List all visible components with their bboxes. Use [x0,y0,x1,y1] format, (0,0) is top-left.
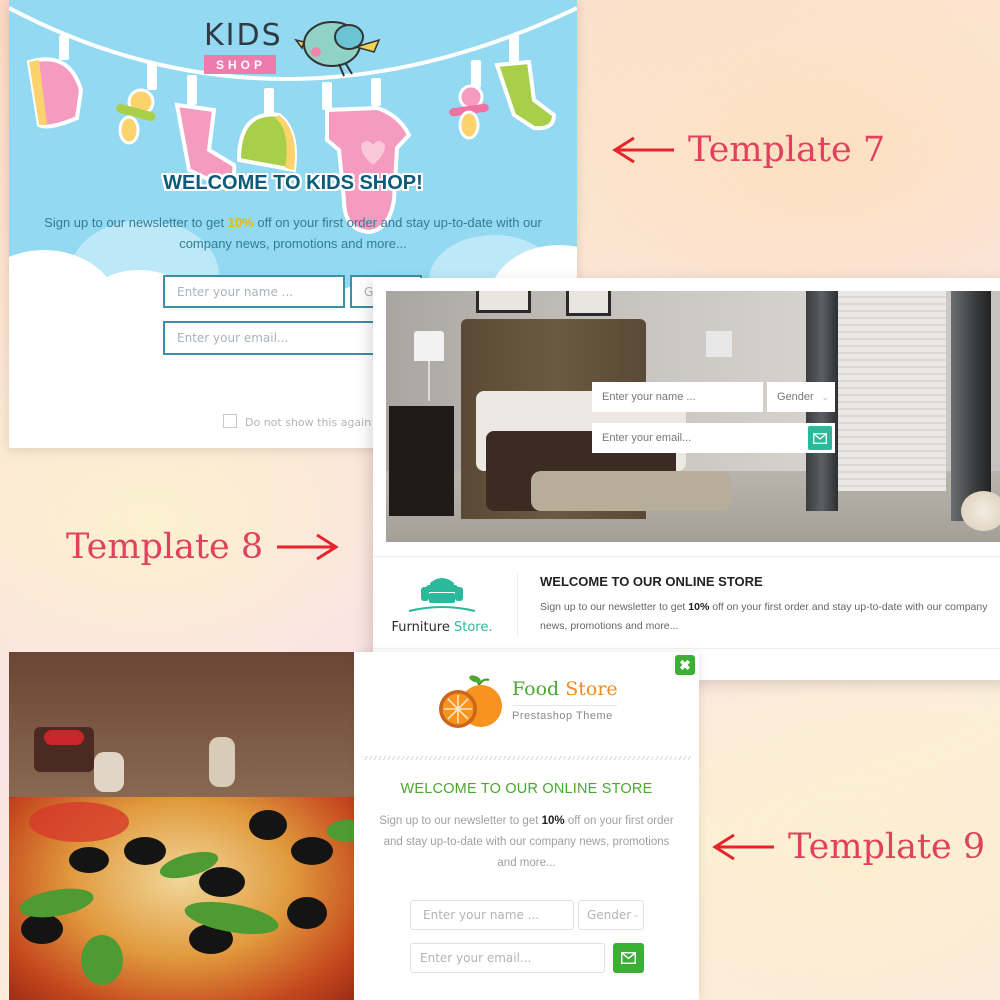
baby-sock-icon [174,75,237,185]
armchair-icon [408,578,476,612]
close-icon: ✖ [679,656,691,673]
bird-icon [294,21,381,77]
discount-highlight: 10% [227,215,254,230]
divider [373,556,1000,557]
template7-label: Template 7 [612,130,885,170]
template7-description: Sign up to our newsletter to get 10% off… [44,215,542,251]
do-not-show-checkbox[interactable] [223,414,237,428]
envelope-icon [813,432,827,444]
orange-fruit-icon [439,675,502,728]
do-not-show-label: Do not show this again [245,416,372,429]
clothesline-illustration [9,6,577,235]
baby-hat-icon [26,35,84,129]
pizza-photo [9,652,354,1000]
email-input[interactable]: Enter your email... [410,943,605,973]
template8-popup: Enter your name ... Gender ⌄ Enter your … [373,278,1000,680]
chevron-down-icon: ⌄ [821,391,829,402]
pacifier-icon [116,62,157,145]
close-button[interactable]: ✖ [675,655,695,675]
template9-label: Template 9 [712,827,985,867]
arrow-right-icon [277,533,339,561]
baby-sock-icon [494,35,557,131]
vertical-divider [517,574,518,636]
chevron-down-icon: ⌄ [632,910,640,920]
brand-underline [512,705,617,706]
gender-select[interactable]: Gender ⌄ [767,382,835,412]
kids-shop-logo: KIDS SHOP [204,18,283,74]
logo-kids-text: KIDS [204,18,283,53]
arrow-left-icon [612,136,674,164]
bedroom-photo [386,291,1000,542]
name-input[interactable]: Enter your name ... [163,275,345,308]
template8-label: Template 8 [66,527,339,567]
subscribe-button[interactable] [613,943,644,973]
hatched-divider [362,756,691,760]
template9-popup: ✖ Food Store Prestashop Theme WELCOME TO… [354,652,699,1000]
template9-description: Sign up to our newsletter to get 10% off… [379,815,674,869]
baby-beanie-icon [236,88,297,173]
food-store-brand: Food Store [512,678,618,700]
subscribe-button[interactable] [808,426,832,450]
email-input[interactable]: Enter your email... [163,321,393,355]
brand-subtitle: Prestashop Theme [512,710,613,722]
name-input[interactable]: Enter your name ... [592,382,763,412]
envelope-icon [621,952,636,964]
arrow-left-icon [712,833,774,861]
furniture-store-logo: Furniture Store. [387,573,497,635]
divider [373,648,1000,649]
name-input[interactable]: Enter your name ... [410,900,574,930]
baby-onesie-icon [322,78,412,235]
template9-title: WELCOME TO OUR ONLINE STORE [400,781,653,797]
gender-select[interactable]: Gender ⌄ [578,900,644,930]
logo-shop-badge: SHOP [204,55,277,74]
email-input[interactable]: Enter your email... [592,423,835,453]
template8-description: Sign up to our newsletter to get 10% off… [540,601,988,632]
discount-highlight: 10% [688,601,710,613]
template7-title: WELCOME TO KIDS SHOP! [163,172,423,194]
pacifier-icon [449,60,489,140]
discount-highlight: 10% [541,815,565,827]
template8-title: WELCOME TO OUR ONLINE STORE [540,574,763,589]
